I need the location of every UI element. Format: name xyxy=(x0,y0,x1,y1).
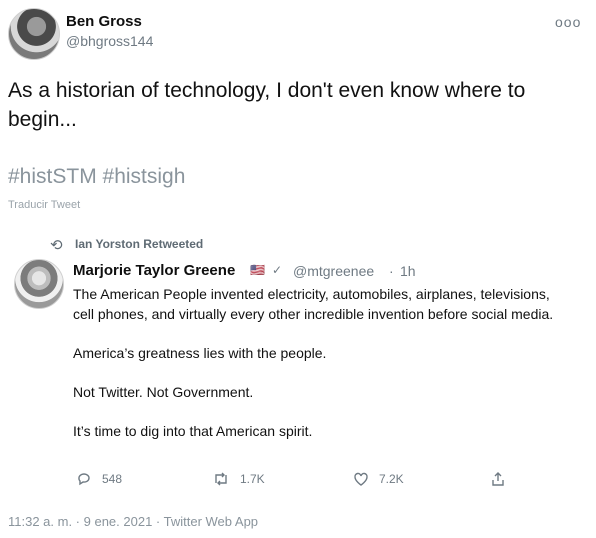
quoted-tweet-text: The American People invented electricity… xyxy=(73,285,573,461)
share-icon xyxy=(492,472,504,486)
reply-button[interactable]: 548 xyxy=(76,469,122,489)
retweet-count: 1.7K xyxy=(240,472,265,486)
quoted-paragraph: Not Twitter. Not Government. xyxy=(73,383,254,400)
quoted-paragraph: The American People invented electricity… xyxy=(73,286,554,322)
tweet-hashtags[interactable]: #histSTM #histsigh xyxy=(8,165,185,189)
heart-icon xyxy=(354,472,368,486)
quoted-tweet-time[interactable]: 1h xyxy=(400,263,416,279)
flag-icon: 🇺🇸 xyxy=(250,263,265,277)
author-avatar[interactable] xyxy=(8,8,60,60)
reply-icon xyxy=(78,473,90,486)
quoted-author-handle[interactable]: @mtgreenee xyxy=(293,263,374,279)
like-button[interactable]: 7.2K xyxy=(353,469,404,489)
retweet-indicator-icon: ⟲ xyxy=(50,237,63,254)
reply-count: 548 xyxy=(102,472,123,486)
retweet-button[interactable]: 1.7K xyxy=(212,469,265,489)
retweeted-by-label[interactable]: Ian Yorston Retweeted xyxy=(75,237,203,251)
tweet-text: As a historian of technology, I don't ev… xyxy=(8,79,526,131)
share-button[interactable] xyxy=(490,469,506,489)
more-options-icon[interactable]: ooo xyxy=(555,14,581,30)
quoted-paragraph: It’s time to dig into that American spir… xyxy=(73,422,313,439)
like-count: 7.2K xyxy=(379,472,404,486)
quoted-paragraph: America’s greatness lies with the people… xyxy=(73,344,327,361)
quoted-author-name[interactable]: Marjorie Taylor Greene xyxy=(73,262,235,279)
quoted-author-avatar[interactable] xyxy=(14,259,64,309)
separator-dot: · xyxy=(389,263,394,279)
translate-tweet-link[interactable]: Traducir Tweet xyxy=(8,199,80,211)
author-handle[interactable]: @bhgross144 xyxy=(66,33,153,49)
retweet-icon xyxy=(215,472,227,486)
author-name[interactable]: Ben Gross xyxy=(66,13,142,30)
verified-badge-icon: ✓ xyxy=(272,263,283,277)
tweet-timestamp-source[interactable]: 11:32 a. m. · 9 ene. 2021 · Twitter Web … xyxy=(8,514,258,529)
